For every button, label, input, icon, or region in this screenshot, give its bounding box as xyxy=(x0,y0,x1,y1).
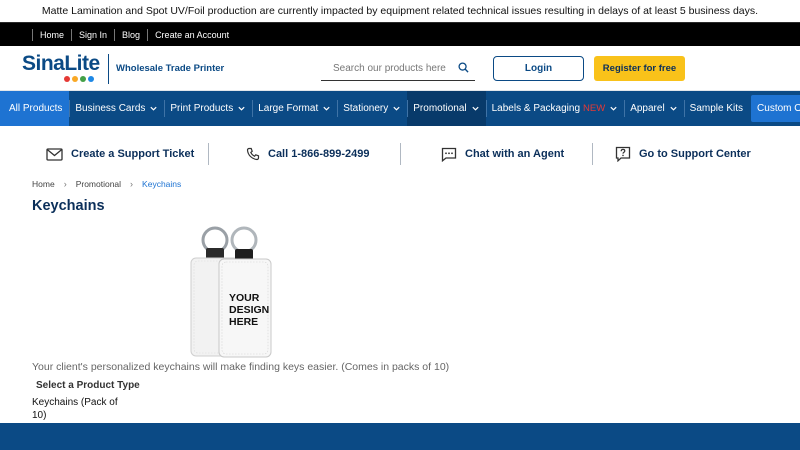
nav-print-products[interactable]: Print Products xyxy=(164,91,252,126)
nav-label: Apparel xyxy=(630,103,665,114)
help-icon xyxy=(615,146,631,162)
top-link-sign-in[interactable]: Sign In xyxy=(71,28,114,41)
support-call-link[interactable]: Call 1-866-899-2499 xyxy=(246,143,370,165)
envelope-icon xyxy=(46,147,63,161)
logo-divider xyxy=(108,54,109,84)
logo-dot-blue xyxy=(88,76,94,82)
nav-label: All Products xyxy=(9,103,63,114)
nav-label: Labels & Packaging xyxy=(491,103,581,114)
support-center-link[interactable]: Go to Support Center xyxy=(615,143,751,165)
support-chat-label: Chat with an Agent xyxy=(465,148,565,160)
image-text-line: DESIGN xyxy=(229,304,269,316)
support-ticket-link[interactable]: Create a Support Ticket xyxy=(46,143,194,165)
logo-dots xyxy=(64,76,100,82)
main-nav: All Products Business Cards Print Produc… xyxy=(0,91,800,126)
nav-large-format[interactable]: Large Format xyxy=(252,91,337,126)
support-bar: Create a Support Ticket Call 1-866-899-2… xyxy=(0,143,800,165)
top-link-home[interactable]: Home xyxy=(32,28,71,41)
support-chat-link[interactable]: Chat with an Agent xyxy=(441,143,564,165)
search-input[interactable] xyxy=(333,63,453,74)
chevron-down-icon xyxy=(323,106,330,111)
image-text-line: HERE xyxy=(229,316,258,328)
support-center-label: Go to Support Center xyxy=(639,148,751,160)
nav-label: Promotional xyxy=(413,103,467,114)
chevron-down-icon xyxy=(610,106,617,111)
support-call-label: Call 1-866-899-2499 xyxy=(268,148,370,160)
top-links-bar: Home Sign In Blog Create an Account xyxy=(0,22,800,46)
new-badge: NEW xyxy=(583,103,606,114)
breadcrumb: Home › Promotional › Keychains xyxy=(32,179,181,189)
chevron-right-icon: › xyxy=(130,179,134,189)
logo-dot-red xyxy=(64,76,70,82)
announcement-banner: Matte Lamination and Spot UV/Foil produc… xyxy=(0,0,800,22)
product-image: YOUR DESIGN HERE xyxy=(190,226,272,358)
top-link-blog[interactable]: Blog xyxy=(114,28,147,41)
nav-all-products[interactable]: All Products xyxy=(0,91,70,126)
nav-label: Business Cards xyxy=(75,103,146,114)
nav-labels-packaging[interactable]: Labels & Packaging NEW xyxy=(485,91,625,126)
product-type-option[interactable]: Keychains (Pack of 10) xyxy=(32,396,132,422)
footer-bar xyxy=(0,423,800,450)
product-description: Your client's personalized keychains wil… xyxy=(32,361,450,373)
nav-label: Print Products xyxy=(170,103,234,114)
brand-logo[interactable]: SinaLite xyxy=(22,53,100,82)
chevron-down-icon xyxy=(150,106,158,111)
brand-tagline: Wholesale Trade Printer xyxy=(116,63,225,74)
support-ticket-label: Create a Support Ticket xyxy=(71,148,195,160)
chat-icon xyxy=(441,147,457,162)
chevron-down-icon xyxy=(670,106,677,111)
chevron-down-icon xyxy=(238,106,245,111)
site-header: SinaLite Wholesale Trade Printer Login R… xyxy=(0,46,800,91)
nav-custom-order[interactable]: Custom Order xyxy=(751,95,800,122)
logo-dot-yellow xyxy=(72,76,78,82)
logo-dot-green xyxy=(80,76,86,82)
breadcrumb-promotional[interactable]: Promotional xyxy=(76,179,121,189)
support-divider xyxy=(208,143,209,165)
register-button[interactable]: Register for free xyxy=(594,56,685,81)
nav-stationery[interactable]: Stationery xyxy=(337,91,407,126)
nav-sample-kits[interactable]: Sample Kits xyxy=(683,91,749,126)
nav-label: Stationery xyxy=(343,103,389,114)
chevron-down-icon xyxy=(472,106,479,111)
nav-apparel[interactable]: Apparel xyxy=(624,91,683,126)
chevron-right-icon: › xyxy=(63,179,67,189)
page-title: Keychains xyxy=(32,198,105,214)
search-box xyxy=(321,57,475,81)
breadcrumb-home[interactable]: Home xyxy=(32,179,55,189)
login-button[interactable]: Login xyxy=(493,56,584,81)
support-divider xyxy=(592,143,593,165)
top-link-create-account[interactable]: Create an Account xyxy=(147,28,236,41)
nav-label: Sample Kits xyxy=(689,103,744,114)
nav-label: Custom Order xyxy=(757,103,800,114)
brand-name: SinaLite xyxy=(22,52,100,75)
image-text-line: YOUR xyxy=(229,292,260,304)
nav-business-cards[interactable]: Business Cards xyxy=(69,91,164,126)
product-type-heading: Select a Product Type xyxy=(36,380,140,391)
phone-icon xyxy=(246,147,260,161)
breadcrumb-current: Keychains xyxy=(142,179,182,189)
support-divider xyxy=(400,143,401,165)
announcement-text: Matte Lamination and Spot UV/Foil produc… xyxy=(41,5,759,17)
nav-label: Large Format xyxy=(258,103,319,114)
chevron-down-icon xyxy=(393,106,400,111)
search-icon[interactable] xyxy=(458,60,469,78)
nav-promotional[interactable]: Promotional xyxy=(407,91,486,126)
